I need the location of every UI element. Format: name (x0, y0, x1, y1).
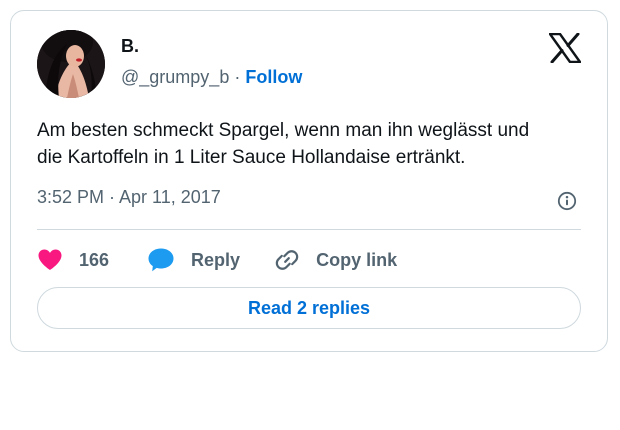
like-button[interactable]: 166 (37, 248, 109, 272)
avatar[interactable] (37, 30, 105, 98)
tweet-timestamp[interactable]: 3:52 PM · Apr 11, 2017 (37, 187, 221, 208)
avatar-photo (37, 30, 105, 98)
like-count: 166 (79, 249, 110, 270)
handle-separator: · (234, 67, 241, 87)
heart-icon (37, 248, 63, 272)
author-handle[interactable]: @_grumpy_b (121, 67, 229, 87)
speech-bubble-icon (147, 247, 175, 273)
action-bar: 166 Reply Copy link (37, 245, 397, 275)
follow-button[interactable]: Follow (245, 67, 302, 87)
info-icon[interactable] (557, 191, 577, 211)
read-replies-button[interactable]: Read 2 replies (37, 287, 581, 329)
reply-button[interactable]: Reply (147, 247, 240, 273)
copy-link-button[interactable]: Copy link (274, 247, 397, 273)
tweet-card: B. @_grumpy_b · Follow Am besten schmeck… (10, 10, 608, 352)
author-display-name[interactable]: B. (121, 36, 139, 57)
link-icon (274, 247, 300, 273)
divider (37, 229, 581, 230)
copy-link-label: Copy link (316, 249, 398, 270)
tweet-text-line: die Kartoffeln in 1 Liter Sauce Hollanda… (37, 147, 466, 168)
reply-label: Reply (191, 249, 241, 270)
x-logo-icon[interactable] (548, 32, 582, 64)
author-handle-row: @_grumpy_b · Follow (121, 67, 302, 88)
tweet-text-line: Am besten schmeckt Spargel, wenn man ihn… (37, 120, 530, 141)
tweet-text: Am besten schmeckt Spargel, wenn man ihn… (37, 117, 587, 171)
